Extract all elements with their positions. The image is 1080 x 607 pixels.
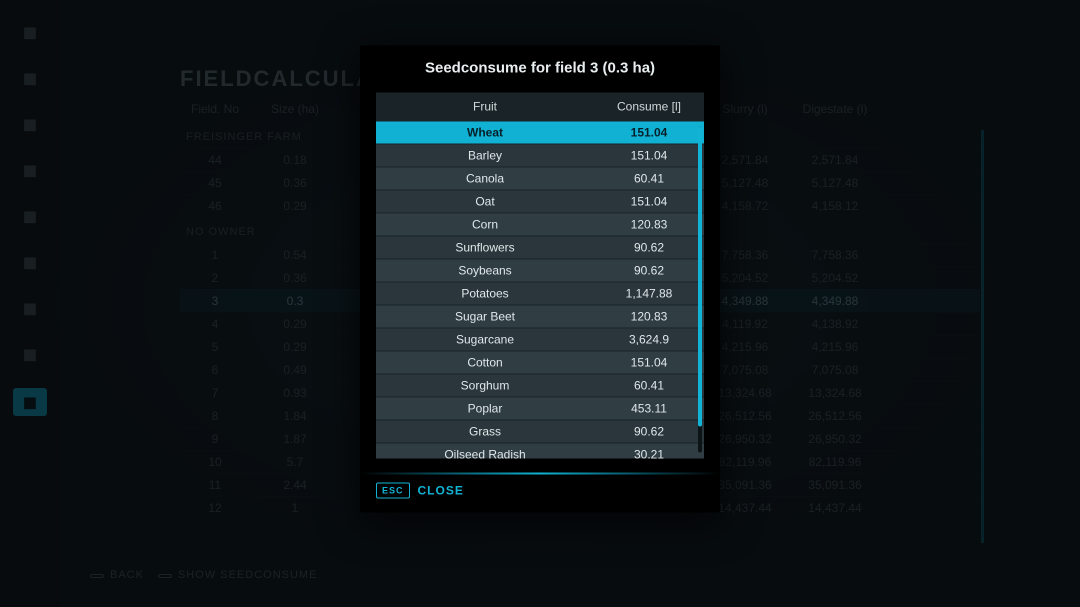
list-item[interactable]: Cotton151.04 — [376, 351, 704, 374]
list-item[interactable]: Sunflowers90.62 — [376, 236, 704, 259]
close-button[interactable]: ESC CLOSE — [360, 483, 720, 513]
list-item[interactable]: Barley151.04 — [376, 144, 704, 167]
esc-key-icon: ESC — [376, 483, 410, 499]
fruit-name: Cotton — [376, 356, 594, 370]
list-item[interactable]: Canola60.41 — [376, 167, 704, 190]
consume-value: 30.21 — [594, 448, 704, 459]
divider — [360, 473, 720, 475]
consume-value: 151.04 — [594, 356, 704, 370]
consume-value: 120.83 — [594, 310, 704, 324]
fruit-name: Sunflowers — [376, 241, 594, 255]
col-consume: Consume [l] — [594, 100, 704, 114]
list-item[interactable]: Oilseed Radish30.21 — [376, 443, 704, 459]
fruit-name: Wheat — [376, 126, 594, 140]
fruit-name: Corn — [376, 218, 594, 232]
fruit-name: Potatoes — [376, 287, 594, 301]
modal-title: Seedconsume for field 3 (0.3 ha) — [360, 46, 720, 87]
list-item[interactable]: Poplar453.11 — [376, 397, 704, 420]
fruit-name: Oilseed Radish — [376, 448, 594, 459]
consume-value: 151.04 — [594, 149, 704, 163]
list-item[interactable]: Oat151.04 — [376, 190, 704, 213]
consume-value: 60.41 — [594, 379, 704, 393]
consume-value: 120.83 — [594, 218, 704, 232]
consume-value: 3,624.9 — [594, 333, 704, 347]
fruit-name: Sugar Beet — [376, 310, 594, 324]
list-item[interactable]: Wheat151.04 — [376, 121, 704, 144]
list-item[interactable]: Potatoes1,147.88 — [376, 282, 704, 305]
modal-scrollbar[interactable] — [698, 127, 702, 453]
fruit-name: Poplar — [376, 402, 594, 416]
fruit-name: Oat — [376, 195, 594, 209]
seedconsume-modal: Seedconsume for field 3 (0.3 ha) Fruit C… — [360, 46, 720, 513]
consume-value: 60.41 — [594, 172, 704, 186]
list-item[interactable]: Grass90.62 — [376, 420, 704, 443]
consume-value: 1,147.88 — [594, 287, 704, 301]
list-item[interactable]: Sorghum60.41 — [376, 374, 704, 397]
fruit-name: Canola — [376, 172, 594, 186]
fruit-name: Soybeans — [376, 264, 594, 278]
list-item[interactable]: Sugar Beet120.83 — [376, 305, 704, 328]
scrollbar-thumb[interactable] — [698, 127, 702, 427]
fruit-name: Sorghum — [376, 379, 594, 393]
consume-value: 453.11 — [594, 402, 704, 416]
list-item[interactable]: Corn120.83 — [376, 213, 704, 236]
modal-body: Fruit Consume [l] Wheat151.04Barley151.0… — [376, 93, 704, 459]
fruit-name: Sugarcane — [376, 333, 594, 347]
fruit-name: Grass — [376, 425, 594, 439]
list-item[interactable]: Soybeans90.62 — [376, 259, 704, 282]
consume-value: 151.04 — [594, 195, 704, 209]
consume-value: 151.04 — [594, 126, 704, 140]
close-label: CLOSE — [418, 484, 464, 498]
modal-rows[interactable]: Wheat151.04Barley151.04Canola60.41Oat151… — [376, 121, 704, 459]
list-item[interactable]: Sugarcane3,624.9 — [376, 328, 704, 351]
fruit-name: Barley — [376, 149, 594, 163]
consume-value: 90.62 — [594, 264, 704, 278]
modal-table-header: Fruit Consume [l] — [376, 93, 704, 121]
consume-value: 90.62 — [594, 241, 704, 255]
col-fruit: Fruit — [376, 100, 594, 114]
consume-value: 90.62 — [594, 425, 704, 439]
